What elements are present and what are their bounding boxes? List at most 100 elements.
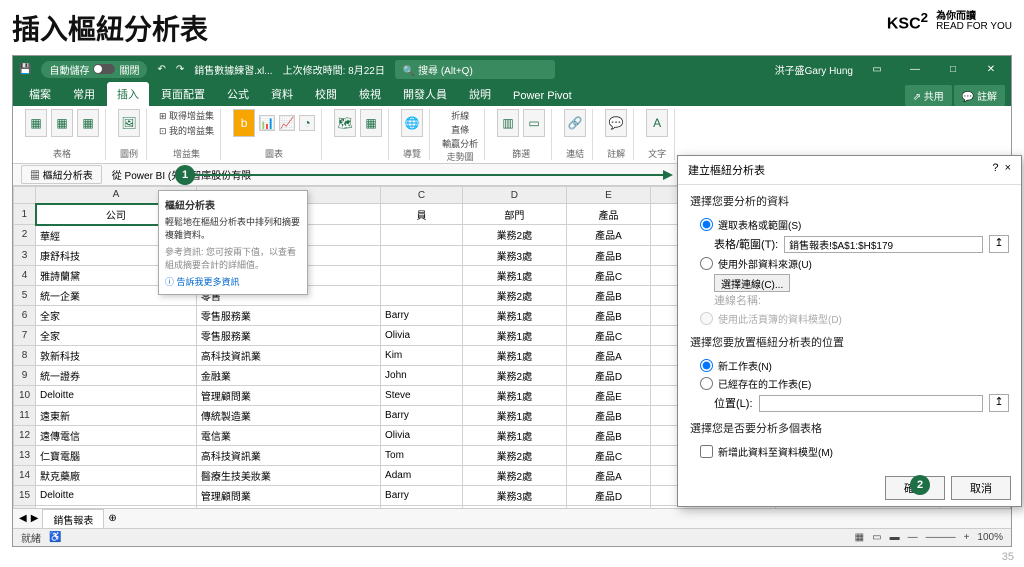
row-header[interactable]: 9 [14, 365, 36, 385]
tab-review[interactable]: 校閱 [305, 82, 347, 106]
tell-me-more-link[interactable]: ⓘ 告訴我更多資訊 [165, 275, 301, 288]
cell[interactable]: Barry [381, 485, 463, 505]
cell[interactable]: 金融業 [196, 365, 380, 385]
cell[interactable]: 管理顧問業 [196, 385, 380, 405]
save-icon[interactable]: 💾 [19, 64, 31, 75]
row-header[interactable]: 4 [14, 265, 36, 285]
map-icon[interactable]: 🗺 [334, 109, 356, 137]
dialog-close-icon[interactable]: × [1005, 162, 1011, 174]
cell[interactable]: 產品D [566, 365, 650, 385]
row-header[interactable]: 8 [14, 345, 36, 365]
cell[interactable] [381, 245, 463, 265]
cell[interactable]: 產品A [566, 225, 650, 246]
cell[interactable]: 零售服務業 [196, 305, 380, 325]
cell[interactable] [381, 265, 463, 285]
opt-new-sheet[interactable]: 新工作表(N) [700, 358, 1009, 373]
cell[interactable]: 員 [381, 204, 463, 225]
col-header[interactable]: E [566, 187, 650, 204]
col-header[interactable]: C [381, 187, 463, 204]
cell[interactable]: 業務1處 [462, 425, 566, 445]
cell[interactable]: 遠傳電信 [36, 425, 197, 445]
new-sheet-icon[interactable]: ⊕ [108, 513, 116, 524]
maximize-icon[interactable]: □ [939, 64, 967, 75]
cell[interactable] [381, 225, 463, 246]
col-header[interactable] [14, 187, 36, 204]
timeline-icon[interactable]: ▭ [523, 109, 545, 137]
cell[interactable]: 業務2處 [462, 225, 566, 246]
search-box[interactable]: 🔍 搜尋 (Alt+Q) [395, 60, 555, 79]
undo-icon[interactable]: ↶ [157, 64, 165, 75]
pivotchart-icon[interactable]: ▦ [360, 109, 382, 137]
cell[interactable]: 零售服務業 [196, 505, 380, 508]
cell[interactable]: John [381, 365, 463, 385]
cell[interactable]: 產品B [566, 245, 650, 265]
row-header[interactable]: 12 [14, 425, 36, 445]
cell[interactable]: 產品E [566, 385, 650, 405]
cell[interactable]: Barry [381, 405, 463, 425]
minimize-icon[interactable]: — [901, 64, 929, 75]
row-header[interactable]: 10 [14, 385, 36, 405]
row-header[interactable]: 5 [14, 285, 36, 305]
cell[interactable]: 敦新科技 [36, 345, 197, 365]
cell[interactable]: 業務3處 [462, 245, 566, 265]
cell[interactable]: Deloitte [36, 385, 197, 405]
chk-datamodel[interactable]: 新增此資料至資料模型(M) [700, 444, 1009, 459]
cell[interactable]: 業務1處 [462, 505, 566, 508]
cell[interactable]: Olivia [381, 325, 463, 345]
user-name[interactable]: 洪子盛Gary Hung [775, 62, 853, 77]
zoom-in-icon[interactable]: + [964, 532, 970, 543]
cell[interactable]: 產品C [566, 325, 650, 345]
cell[interactable]: 產品C [566, 265, 650, 285]
cell[interactable]: 零售服務業 [196, 325, 380, 345]
accessibility-icon[interactable]: ♿ [49, 532, 61, 543]
cell[interactable]: 產品C [566, 445, 650, 465]
tab-help[interactable]: 說明 [459, 82, 501, 106]
cell[interactable]: 業務3處 [462, 485, 566, 505]
cell[interactable]: 產品A [566, 345, 650, 365]
recommended-pivot-icon[interactable]: ▦ [51, 109, 73, 137]
tab-insert[interactable]: 插入 [107, 82, 149, 106]
cell[interactable]: 業務1處 [462, 405, 566, 425]
autosave-toggle[interactable]: 自動儲存關閉 [41, 61, 147, 78]
range-input[interactable] [784, 236, 983, 253]
3dmap-icon[interactable]: 🌐 [401, 109, 423, 137]
redo-icon[interactable]: ↷ [176, 64, 184, 75]
comments-button[interactable]: 💬 註解 [954, 85, 1005, 106]
slicer-icon[interactable]: ▥ [497, 109, 519, 137]
cancel-button[interactable]: 取消 [951, 476, 1011, 500]
tab-powerpivot[interactable]: Power Pivot [503, 86, 582, 106]
cell[interactable]: 業務1處 [462, 385, 566, 405]
cell[interactable]: 管理顧問業 [196, 485, 380, 505]
row-header[interactable]: 2 [14, 225, 36, 246]
cell[interactable]: 業務2處 [462, 445, 566, 465]
cell[interactable]: 業務1處 [462, 345, 566, 365]
cell[interactable]: 傳統製造業 [196, 405, 380, 425]
table-icon[interactable]: ▦ [77, 109, 99, 137]
cell[interactable]: 全家 [36, 325, 197, 345]
close-icon[interactable]: ✕ [977, 64, 1005, 75]
cell[interactable]: 產品B [566, 425, 650, 445]
cell[interactable]: 醫療生技美妝業 [196, 465, 380, 485]
pivottable-button[interactable]: ▦ 樞紐分析表 [21, 165, 102, 184]
cell[interactable]: 產品B [566, 305, 650, 325]
share-button[interactable]: ⇗ 共用 [905, 85, 952, 106]
view-normal-icon[interactable]: ▦ [855, 532, 864, 543]
sparkline-column[interactable]: 直條 [451, 123, 469, 136]
row-header[interactable]: 11 [14, 405, 36, 425]
chart-icon[interactable]: 📈 [279, 115, 295, 131]
cell[interactable]: Tom [381, 445, 463, 465]
view-layout-icon[interactable]: ▭ [872, 532, 881, 543]
tab-home[interactable]: 常用 [63, 82, 105, 106]
my-addins[interactable]: ⊡ 我的增益集 [159, 124, 214, 137]
pivottable-icon[interactable]: ▦ [25, 109, 47, 137]
cell[interactable]: Steve [381, 385, 463, 405]
row-header[interactable]: 15 [14, 485, 36, 505]
cell[interactable]: 高科技資訊業 [196, 445, 380, 465]
collapse-icon[interactable]: ↥ [989, 235, 1009, 253]
cell[interactable]: 全家 [36, 305, 197, 325]
tab-developer[interactable]: 開發人員 [393, 82, 457, 106]
zoom-out-icon[interactable]: — [908, 532, 918, 543]
cell[interactable]: 遠東新 [36, 405, 197, 425]
choose-connection-button[interactable]: 選擇連線(C)... [714, 274, 790, 292]
cell[interactable] [381, 285, 463, 305]
